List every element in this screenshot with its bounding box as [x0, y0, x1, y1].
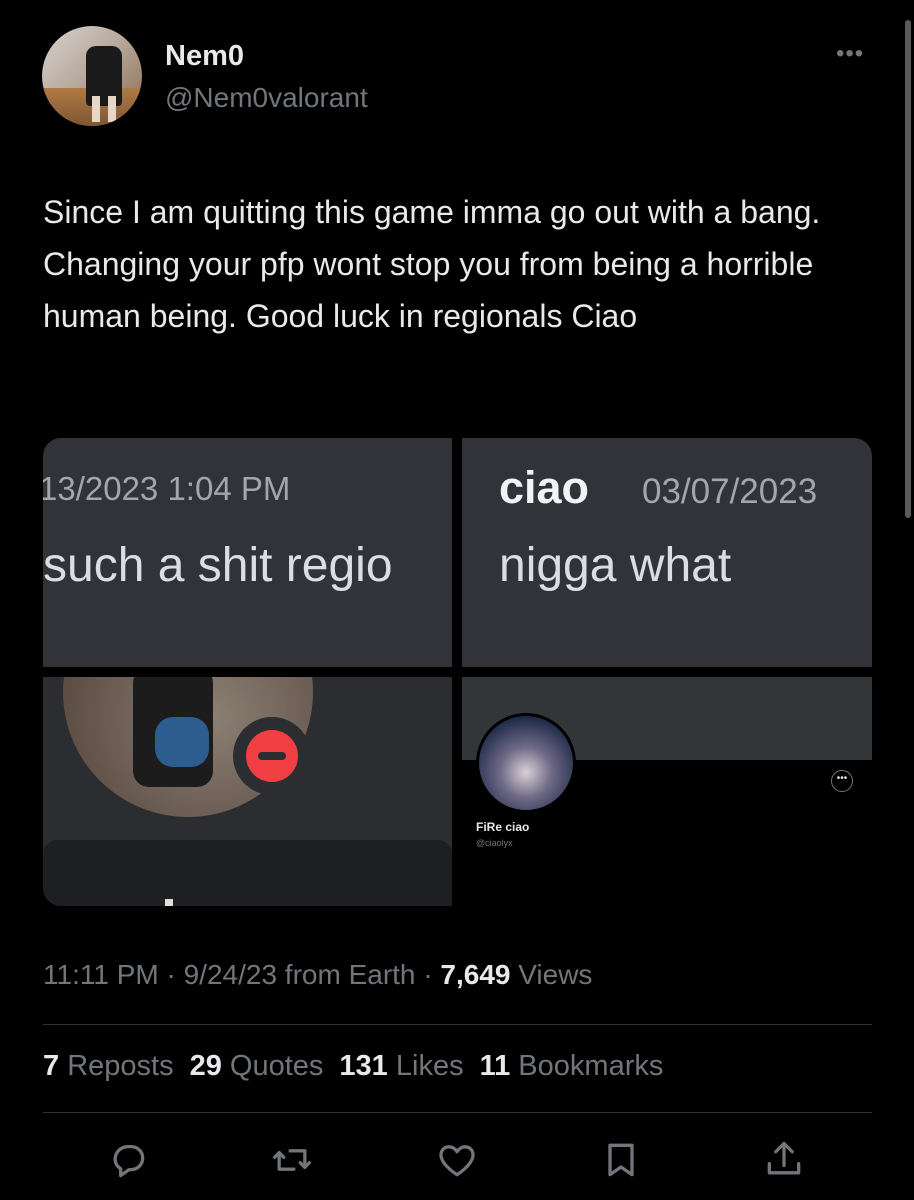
message-text: nigga what — [499, 539, 732, 592]
panel-mark — [165, 899, 173, 906]
more-icon: ••• — [831, 770, 853, 792]
tweet-source: from Earth — [277, 959, 416, 990]
divider — [43, 1112, 872, 1113]
profile-handle: @ciaolyx — [476, 838, 513, 848]
quotes-stat[interactable]: 29 Quotes — [190, 1050, 340, 1082]
heart-icon[interactable] — [435, 1138, 479, 1182]
media-tile-2[interactable]: ciao 03/07/2023 nigga what — [462, 438, 872, 667]
media-tile-4[interactable]: ••• FiRe ciao @ciaolyx — [462, 677, 872, 906]
reposts-stat[interactable]: 7 Reposts — [43, 1050, 190, 1082]
reposts-label: Reposts — [59, 1050, 174, 1082]
repost-icon[interactable] — [270, 1138, 314, 1182]
author-avatar[interactable] — [42, 26, 142, 126]
media-grid[interactable]: 13/2023 1:04 PM such a shit regio ciao 0… — [43, 438, 872, 906]
bookmarks-count: 11 — [479, 1050, 511, 1082]
quotes-count: 29 — [189, 1050, 222, 1082]
more-icon[interactable]: ••• — [836, 40, 864, 68]
avatar-leg — [108, 96, 116, 122]
tweet-date[interactable]: 9/24/23 — [184, 959, 277, 990]
meta-separator: · — [158, 959, 184, 990]
likes-count: 131 — [339, 1050, 388, 1082]
tweet-meta: 11:11 PM · 9/24/23 from Earth · 7,649 Vi… — [43, 959, 592, 991]
engagement-stats: 7 Reposts 29 Quotes 131 Likes 11 Bookmarks — [43, 1050, 679, 1083]
message-text: such a shit regio — [43, 539, 393, 592]
views-label: Views — [510, 959, 593, 990]
message-timestamp: 13/2023 1:04 PM — [43, 470, 291, 507]
media-tile-3[interactable] — [43, 677, 452, 906]
share-icon[interactable] — [762, 1138, 806, 1182]
meta-separator: · — [415, 959, 441, 990]
likes-stat[interactable]: 131 Likes — [339, 1050, 479, 1082]
profile-display-name: FiRe ciao — [476, 820, 530, 834]
author-name[interactable]: Nem0 — [165, 40, 244, 73]
tweet-text: Since I am quitting this game imma go ou… — [43, 194, 821, 334]
do-not-disturb-icon — [246, 730, 298, 782]
media-tile-1[interactable]: 13/2023 1:04 PM such a shit regio — [43, 438, 452, 667]
quotes-label: Quotes — [221, 1050, 324, 1082]
photo-backpack — [155, 717, 209, 767]
message-timestamp: 03/07/2023 — [642, 472, 818, 511]
bookmarks-label: Bookmarks — [510, 1050, 664, 1082]
tweet-time[interactable]: 11:11 PM — [43, 959, 159, 990]
author-handle[interactable]: @Nem0valorant — [165, 82, 368, 114]
views-count: 7,649 — [440, 959, 511, 990]
divider — [43, 1024, 872, 1025]
profile-panel — [43, 840, 452, 906]
scrollbar[interactable] — [905, 20, 911, 518]
bookmark-icon[interactable] — [599, 1138, 643, 1182]
reposts-count: 7 — [43, 1050, 60, 1082]
status-badge — [233, 717, 311, 795]
likes-label: Likes — [387, 1050, 464, 1082]
message-username: ciao — [499, 462, 590, 513]
profile-avatar — [476, 713, 576, 813]
bookmarks-stat[interactable]: 11 Bookmarks — [480, 1050, 680, 1082]
avatar-leg — [92, 96, 100, 122]
reply-icon[interactable] — [106, 1138, 150, 1182]
